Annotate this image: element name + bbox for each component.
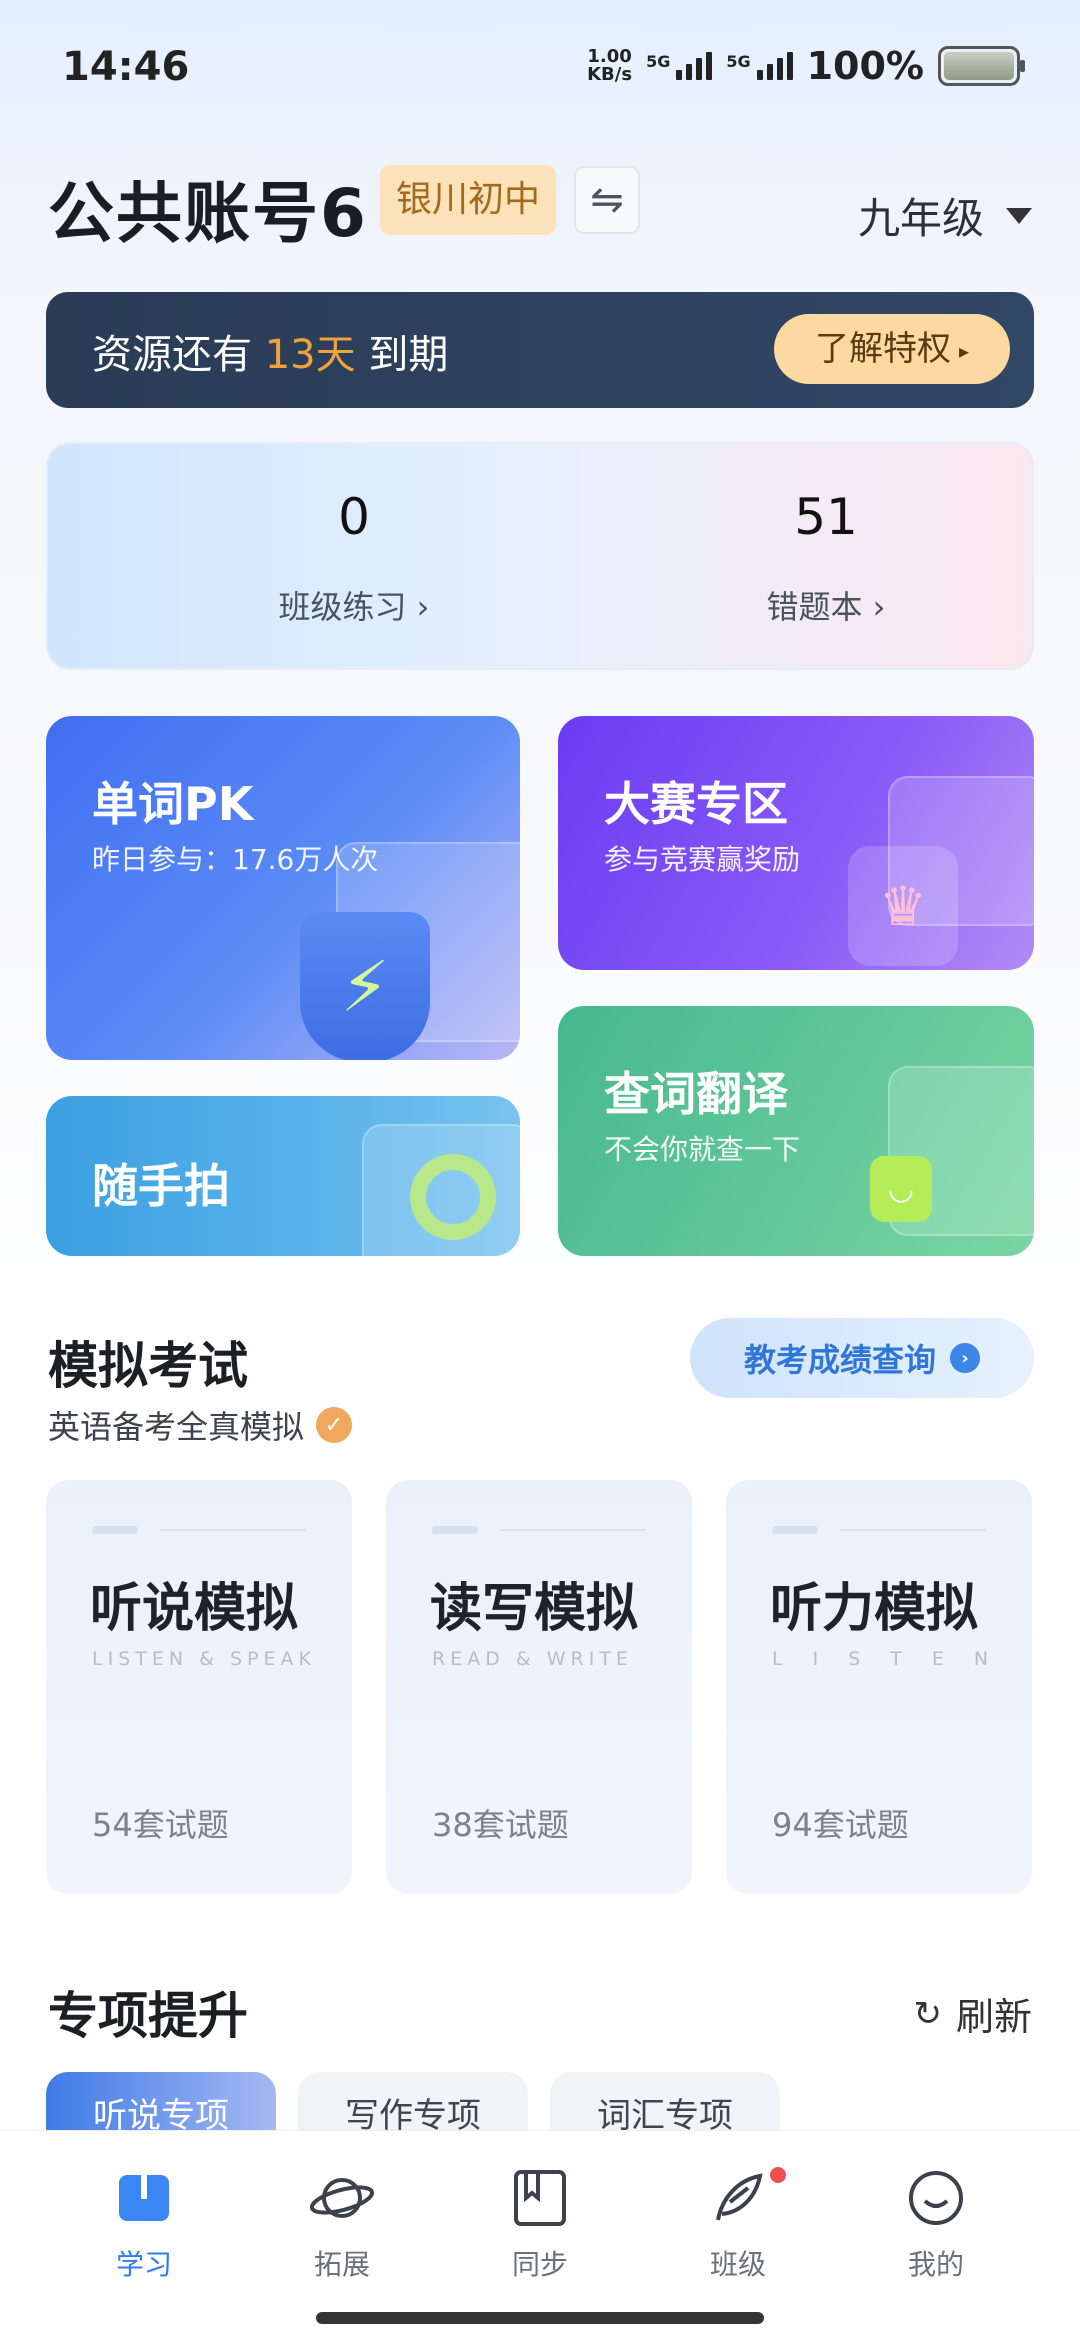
refresh-button[interactable]: ↻ 刷新 <box>913 1986 1032 2041</box>
camera-ring-icon <box>410 1154 496 1240</box>
contest-tile[interactable]: ♛ 大赛专区 参与竞赛赢奖励 <box>558 716 1034 970</box>
contest-subtitle: 参与竞赛赢奖励 <box>604 843 801 876</box>
status-icons: 1.00 KB/s 5G 5G 100% <box>587 44 1025 88</box>
notification-dot <box>770 2167 786 2183</box>
swap-icon: ⇋ <box>590 177 624 223</box>
bookmark-book-icon <box>480 2163 600 2233</box>
word-pk-title: 单词PK <box>92 777 254 831</box>
nav-expand[interactable]: 拓展 <box>282 2163 402 2283</box>
home-indicator[interactable] <box>316 2312 764 2324</box>
mock-card-name: 听力模拟 <box>770 1578 979 1639</box>
translate-subtitle: 不会你就查一下 <box>604 1133 801 1166</box>
word-pk-tile[interactable]: ⚡ 单词PK 昨日参与：17.6万人次 <box>46 716 520 1060</box>
grade-selector[interactable]: 九年级 <box>858 185 1032 246</box>
shield-bolt-icon: ⚡ <box>300 912 430 1060</box>
mock-exam-subtitle: 英语备考全真模拟 ✓ <box>48 1402 353 1448</box>
class-practice-label: 班级练习 › <box>278 588 430 626</box>
mock-card-count: 94套试题 <box>772 1806 909 1844</box>
snapshot-title: 随手拍 <box>92 1159 230 1213</box>
battery-icon <box>938 46 1025 86</box>
learn-privilege-button[interactable]: 了解特权 ▸ <box>774 314 1010 384</box>
nav-mine[interactable]: 我的 <box>876 2163 996 2283</box>
score-query-button[interactable]: 教考成绩查询 › <box>690 1318 1034 1398</box>
read-write-mock-card[interactable]: 读写模拟 READ & WRITE 38套试题 <box>386 1480 692 1894</box>
play-arrow-icon: ▸ <box>958 338 970 363</box>
school-badge: 银川初中 <box>380 165 557 235</box>
listening-mock-card[interactable]: 听力模拟 LISTEN 94套试题 <box>726 1480 1032 1894</box>
class-practice-count: 0 <box>338 488 370 546</box>
class-practice-stat[interactable]: 0 班级练习 › <box>204 488 504 628</box>
word-pk-subtitle: 昨日参与：17.6万人次 <box>92 843 379 876</box>
translate-title: 查词翻译 <box>604 1067 788 1121</box>
wrong-questions-stat[interactable]: 51 错题本 › <box>676 488 976 628</box>
arrow-right-circle-icon: › <box>950 1343 980 1373</box>
switch-account-button[interactable]: ⇋ <box>574 166 640 234</box>
wrong-questions-count: 51 <box>794 488 858 546</box>
mock-card-name: 听说模拟 <box>90 1578 299 1639</box>
mock-card-en: READ & WRITE <box>432 1648 633 1670</box>
status-time: 14:46 <box>62 44 190 90</box>
nav-class[interactable]: 班级 <box>678 2163 798 2283</box>
signal-icon: 5G <box>726 52 793 80</box>
battery-percent: 100% <box>806 44 924 88</box>
dropdown-arrow-icon <box>1006 207 1032 224</box>
planet-icon <box>282 2163 402 2233</box>
account-name[interactable]: 公共账号6 <box>48 160 368 256</box>
mock-card-en: LISTEN <box>772 1648 1019 1670</box>
wrong-questions-label: 错题本 › <box>766 588 886 626</box>
snapshot-tile[interactable]: 随手拍 <box>46 1096 520 1256</box>
verified-badge-icon: ✓ <box>316 1407 353 1443</box>
book-icon <box>84 2163 204 2233</box>
grade-label: 九年级 <box>857 194 984 243</box>
smiley-icon <box>876 2163 996 2233</box>
nav-study[interactable]: 学习 <box>84 2163 204 2283</box>
stats-card: 0 班级练习 › 51 错题本 › <box>46 442 1034 670</box>
signal-icon: 5G <box>646 52 713 80</box>
contest-title: 大赛专区 <box>604 777 788 831</box>
translate-icon: ◡ <box>870 1156 932 1222</box>
special-practice-title: 专项提升 <box>48 1987 248 2045</box>
translate-tile[interactable]: ◡ 查词翻译 不会你就查一下 <box>558 1006 1034 1256</box>
expiry-days: 13天 <box>264 332 356 378</box>
mock-card-count: 54套试题 <box>92 1806 229 1844</box>
expiry-text: 资源还有 13天 到期 <box>92 332 449 378</box>
expiry-banner: 资源还有 13天 到期 了解特权 ▸ <box>46 292 1034 408</box>
nav-sync[interactable]: 同步 <box>480 2163 600 2283</box>
refresh-icon: ↻ <box>913 1993 942 2034</box>
mock-exam-title: 模拟考试 <box>48 1337 248 1395</box>
mock-card-name: 读写模拟 <box>430 1578 639 1639</box>
mock-card-count: 38套试题 <box>432 1806 569 1844</box>
mock-card-en: LISTEN & SPEAK <box>92 1648 316 1670</box>
crown-icon: ♛ <box>848 846 958 966</box>
listen-speak-mock-card[interactable]: 听说模拟 LISTEN & SPEAK 54套试题 <box>46 1480 352 1894</box>
net-speed: 1.00 KB/s <box>587 46 633 85</box>
